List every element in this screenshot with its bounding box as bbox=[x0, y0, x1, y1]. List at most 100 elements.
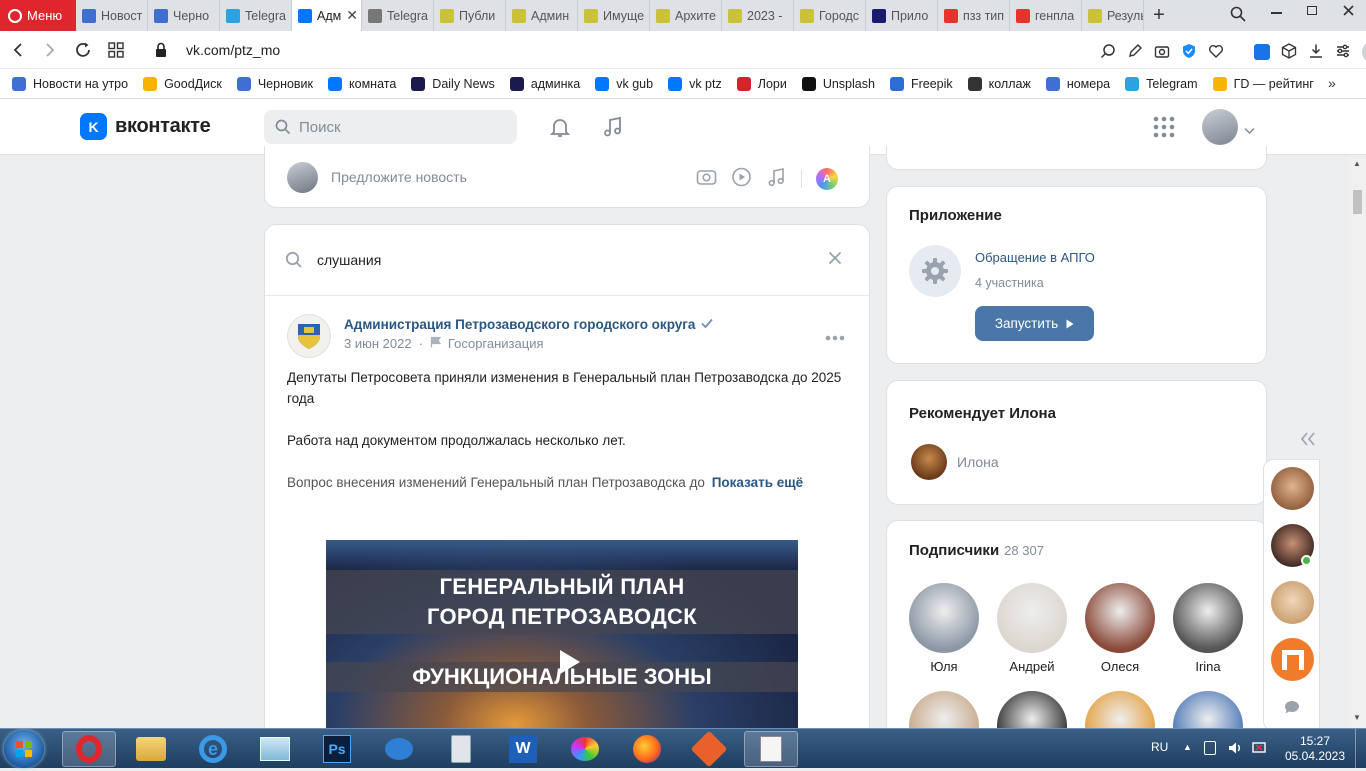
browser-tab[interactable]: генпла bbox=[1010, 0, 1082, 31]
post-author-link[interactable]: Администрация Петрозаводского городского… bbox=[344, 317, 695, 332]
bookmark-item[interactable]: Новости на утро bbox=[12, 76, 128, 91]
bookmark-item[interactable]: Лори bbox=[736, 76, 787, 91]
app-name-link[interactable]: Обращение в АПГО bbox=[975, 250, 1095, 265]
account-avatar[interactable] bbox=[1362, 41, 1366, 63]
opera-menu-button[interactable]: Меню bbox=[0, 0, 76, 31]
author-avatar[interactable] bbox=[287, 314, 331, 358]
scrollbar-thumb[interactable] bbox=[1353, 190, 1362, 214]
network-icon[interactable] bbox=[1251, 740, 1267, 759]
bookmark-item[interactable]: Telegram bbox=[1125, 76, 1198, 91]
photo-icon[interactable] bbox=[696, 167, 717, 190]
recommender-avatar[interactable] bbox=[911, 444, 947, 480]
clock[interactable]: 15:27 05.04.2023 bbox=[1282, 734, 1348, 764]
bookmark-item[interactable]: комната bbox=[328, 76, 396, 91]
language-indicator[interactable]: RU bbox=[1151, 740, 1168, 754]
vk-logo[interactable]: K вконтакте bbox=[80, 113, 211, 140]
taskbar-paint[interactable] bbox=[558, 731, 612, 767]
start-button[interactable] bbox=[4, 730, 44, 768]
profile-avatar[interactable] bbox=[1202, 109, 1238, 145]
page-scrollbar[interactable]: ▲ ▼ bbox=[1349, 155, 1366, 728]
app-icon[interactable] bbox=[909, 245, 961, 297]
cube-icon[interactable] bbox=[1281, 42, 1297, 62]
taskbar-eye-app[interactable] bbox=[682, 730, 736, 768]
bookmark-item[interactable]: Черновик bbox=[236, 76, 313, 91]
wall-search-input[interactable]: слушания bbox=[317, 252, 381, 268]
post-date[interactable]: 3 июн 2022 bbox=[344, 336, 412, 351]
browser-tab[interactable]: Архите bbox=[650, 0, 722, 31]
post-more-icon[interactable] bbox=[825, 329, 845, 344]
art-style-icon[interactable]: A bbox=[816, 167, 838, 190]
collapse-chats-icon[interactable] bbox=[1300, 432, 1316, 449]
taskbar-window[interactable] bbox=[248, 731, 302, 767]
reload-icon[interactable] bbox=[74, 41, 92, 62]
show-more-link[interactable]: Показать ещё bbox=[712, 475, 804, 490]
scroll-up-icon[interactable]: ▲ bbox=[1353, 159, 1361, 168]
play-icon[interactable] bbox=[558, 648, 582, 679]
bookmark-item[interactable]: админка bbox=[509, 76, 580, 91]
heart-icon[interactable] bbox=[1208, 43, 1224, 62]
bookmark-item[interactable]: ГD — рейтинг bbox=[1212, 76, 1314, 91]
audio-icon[interactable] bbox=[766, 167, 787, 190]
taskbar-firefox[interactable] bbox=[620, 731, 674, 767]
back-icon[interactable] bbox=[10, 41, 28, 62]
taskbar-word[interactable]: W bbox=[496, 731, 550, 767]
bookmark-item[interactable]: vk ptz bbox=[668, 76, 722, 91]
services-grid-icon[interactable] bbox=[1153, 116, 1175, 141]
search-tabs-icon[interactable] bbox=[1220, 4, 1256, 24]
browser-tab[interactable]: Имуще bbox=[578, 0, 650, 31]
url-field[interactable]: vk.com/ptz_mo bbox=[186, 42, 280, 58]
composer-input[interactable]: Предложите новость bbox=[331, 169, 467, 185]
translate-extension-icon[interactable] bbox=[1254, 44, 1270, 60]
bookmark-item[interactable]: номера bbox=[1045, 76, 1110, 91]
easy-setup-icon[interactable] bbox=[1335, 43, 1351, 62]
bookmark-item[interactable]: GoodДиск bbox=[143, 76, 222, 91]
new-tab-button[interactable]: + bbox=[1144, 0, 1174, 31]
bookmark-item[interactable]: Daily News bbox=[411, 76, 495, 91]
more-bookmarks-icon[interactable]: » bbox=[1328, 75, 1336, 91]
browser-tab[interactable]: Прило bbox=[866, 0, 938, 31]
taskbar-photoshop[interactable]: Ps bbox=[310, 731, 364, 767]
speed-dial-icon[interactable] bbox=[108, 42, 124, 61]
browser-tab[interactable]: Адм ✕ bbox=[292, 0, 362, 31]
edit-icon[interactable] bbox=[1127, 43, 1143, 62]
post-video-thumbnail[interactable]: ГЕНЕРАЛЬНЫЙ ПЛАН ГОРОД ПЕТРОЗАВОДСК ФУНК… bbox=[326, 540, 798, 743]
maximize-button[interactable] bbox=[1294, 0, 1330, 20]
browser-tab[interactable]: Админ bbox=[506, 0, 578, 31]
scroll-down-icon[interactable]: ▼ bbox=[1353, 713, 1361, 722]
volume-icon[interactable] bbox=[1227, 740, 1243, 759]
forward-icon[interactable] bbox=[40, 41, 58, 62]
bookmark-item[interactable]: коллаж bbox=[967, 76, 1031, 91]
minimize-button[interactable] bbox=[1258, 0, 1294, 20]
tray-expand-icon[interactable]: ▲ bbox=[1183, 742, 1192, 752]
taskbar-opera[interactable] bbox=[62, 731, 116, 767]
taskbar-documents[interactable] bbox=[744, 731, 798, 767]
subscriber-item[interactable]: Олеся bbox=[1085, 583, 1155, 674]
browser-tab[interactable]: Новост bbox=[76, 0, 148, 31]
camera-icon[interactable] bbox=[1154, 43, 1170, 62]
browser-tab[interactable]: Telegra bbox=[220, 0, 292, 31]
music-note-icon[interactable] bbox=[601, 115, 625, 142]
subscriber-item[interactable]: Irina bbox=[1173, 583, 1243, 674]
browser-tab[interactable]: Публи bbox=[434, 0, 506, 31]
browser-tab[interactable]: пзз тип bbox=[938, 0, 1010, 31]
browser-tab[interactable]: Черно bbox=[148, 0, 220, 31]
show-desktop-button[interactable] bbox=[1355, 729, 1366, 769]
launch-app-button[interactable]: Запустить bbox=[975, 306, 1094, 341]
taskbar-calculator[interactable] bbox=[434, 731, 488, 767]
bookmark-item[interactable]: Freepik bbox=[889, 76, 953, 91]
download-icon[interactable] bbox=[1308, 43, 1324, 62]
browser-tab[interactable]: 2023 - bbox=[722, 0, 794, 31]
taskbar-ie[interactable]: e bbox=[186, 731, 240, 767]
taskbar-thunderbird[interactable] bbox=[372, 731, 426, 767]
bookmark-item[interactable]: vk gub bbox=[595, 76, 653, 91]
chat-avatar-4[interactable] bbox=[1271, 638, 1314, 681]
clear-search-icon[interactable] bbox=[828, 251, 842, 268]
chat-avatar-3[interactable] bbox=[1271, 581, 1314, 624]
close-tab-icon[interactable]: ✕ bbox=[346, 7, 358, 24]
browser-tab[interactable]: Городс bbox=[794, 0, 866, 31]
chat-bubble-icon[interactable] bbox=[1284, 700, 1300, 718]
vk-search-input[interactable]: Поиск bbox=[264, 110, 517, 144]
taskbar-explorer[interactable] bbox=[124, 731, 178, 767]
chat-avatar-1[interactable] bbox=[1271, 467, 1314, 510]
zoom-icon[interactable] bbox=[1100, 43, 1116, 62]
